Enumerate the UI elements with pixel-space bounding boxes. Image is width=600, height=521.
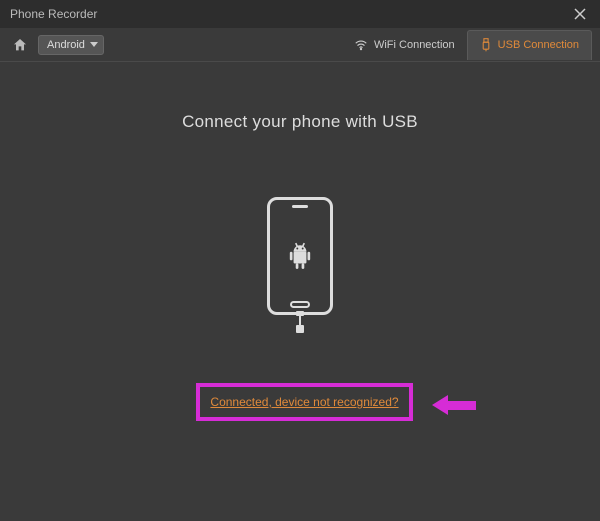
tab-usb-connection[interactable]: USB Connection (467, 30, 592, 60)
android-icon (287, 241, 313, 271)
os-select[interactable]: Android (38, 35, 104, 55)
tab-usb-label: USB Connection (498, 39, 579, 51)
toolbar: Android WiFi Connection USB Connection (0, 28, 600, 62)
page-heading: Connect your phone with USB (0, 112, 600, 132)
usb-icon (480, 38, 492, 52)
device-not-recognized-link[interactable]: Connected, device not recognized? (210, 395, 398, 409)
app-title: Phone Recorder (10, 7, 97, 21)
phone-illustration (0, 197, 600, 327)
arrow-left-icon (432, 395, 448, 415)
phone-outline-icon (267, 197, 333, 315)
tab-wifi-label: WiFi Connection (374, 39, 455, 51)
wifi-icon (354, 38, 368, 52)
home-button[interactable] (8, 33, 32, 57)
annotation-arrow (432, 395, 476, 415)
os-select-label: Android (47, 39, 85, 51)
home-icon (12, 37, 28, 53)
close-button[interactable] (568, 2, 592, 26)
close-icon (574, 8, 586, 20)
content-area: Connect your phone with USB (0, 62, 600, 327)
chevron-down-icon (90, 42, 98, 47)
tab-wifi-connection[interactable]: WiFi Connection (342, 28, 467, 62)
annotation-highlight: Connected, device not recognized? (196, 383, 413, 421)
titlebar: Phone Recorder (0, 0, 600, 28)
usb-cable-icon (299, 315, 301, 327)
